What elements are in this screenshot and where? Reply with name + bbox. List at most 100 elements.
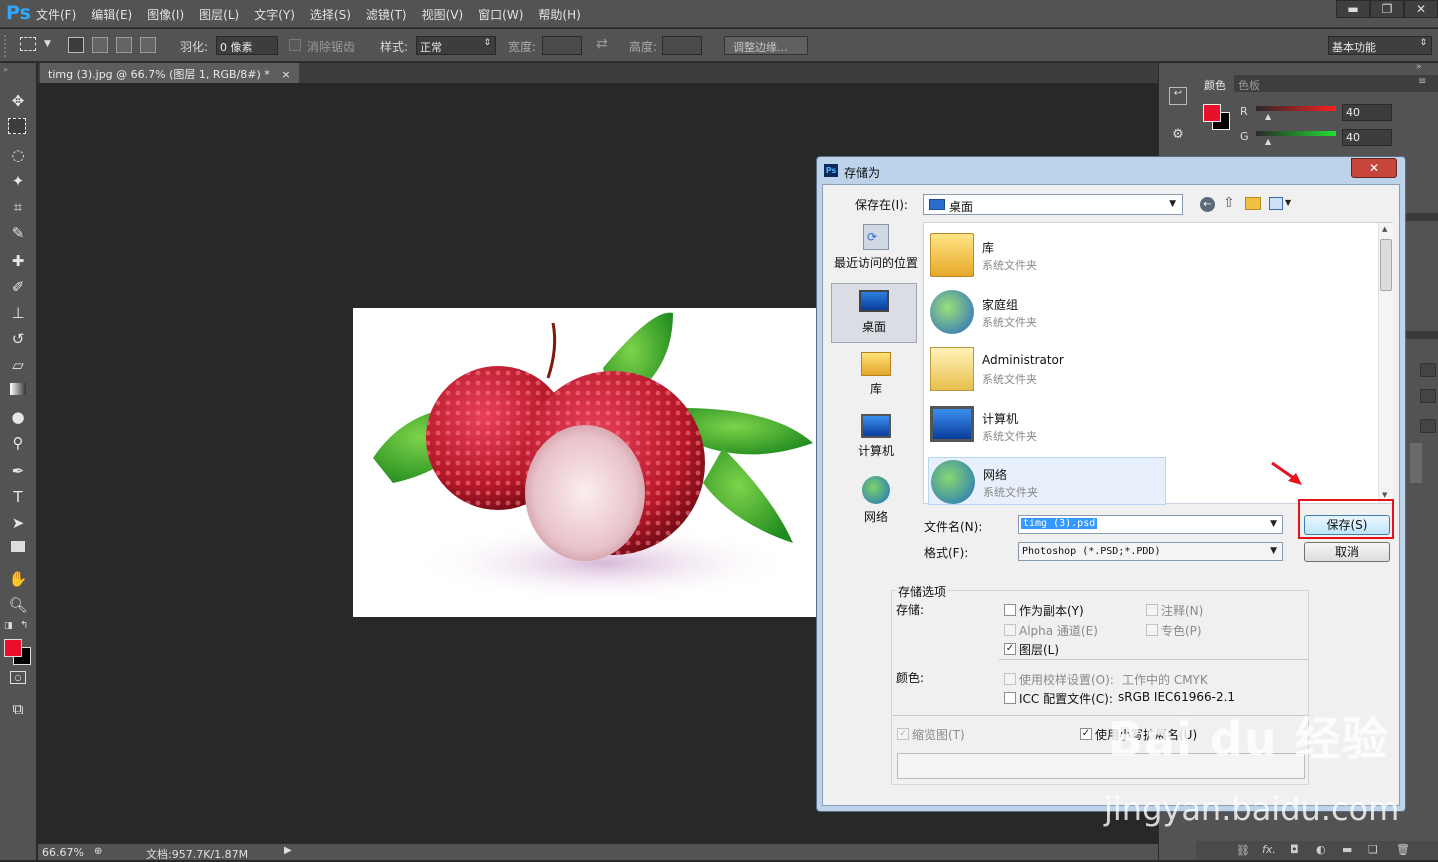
filename-input[interactable]: timg (3).psd ▼ <box>1018 515 1283 534</box>
height-input[interactable] <box>662 36 702 55</box>
default-colors-icon[interactable]: ◨ <box>4 621 13 631</box>
eyedropper-icon[interactable]: ✎ <box>8 223 28 243</box>
type-tool-icon[interactable]: T <box>8 487 28 507</box>
intersect-selection-icon[interactable] <box>140 37 156 53</box>
back-icon[interactable]: ← <box>1200 197 1215 212</box>
width-input[interactable] <box>542 36 582 55</box>
magic-wand-icon[interactable]: ✦ <box>8 171 28 191</box>
collapse-panels-icon[interactable]: » <box>1416 62 1422 72</box>
rectangle-tool-icon[interactable] <box>11 541 25 552</box>
zoom-tool-icon[interactable]: 🔍︎ <box>8 595 28 615</box>
menu-view[interactable]: 视图(V) <box>422 6 464 23</box>
screen-mode-icon[interactable]: ⧉ <box>8 699 28 719</box>
lasso-tool-icon[interactable]: ◌ <box>8 145 28 165</box>
menu-edit[interactable]: 编辑(E) <box>91 6 132 23</box>
menu-file[interactable]: 文件(F) <box>36 6 76 23</box>
new-folder-icon[interactable] <box>1245 197 1261 210</box>
pen-tool-icon[interactable]: ✒ <box>8 461 28 481</box>
file-item[interactable]: 计算机 系统文件夹 <box>928 400 1228 452</box>
zoom-level[interactable]: 66.67% <box>42 846 84 859</box>
channel-g-input[interactable]: 40 <box>1342 129 1392 146</box>
tab-swatches[interactable]: 色板 <box>1238 77 1260 93</box>
file-item[interactable]: 家庭组 系统文件夹 <box>928 286 1228 338</box>
quick-mask-icon[interactable]: ○ <box>10 671 26 684</box>
workspace-select[interactable]: 基本功能 ⇕ <box>1328 36 1432 55</box>
save-in-select[interactable]: 桌面 ▼ <box>923 194 1183 215</box>
view-menu-icon[interactable] <box>1269 197 1283 210</box>
cancel-button[interactable]: 取消 <box>1304 542 1390 562</box>
refine-edge-button[interactable]: 调整边缘... <box>724 36 808 55</box>
file-list-scrollbar[interactable]: ▲ ▼ <box>1378 223 1393 503</box>
close-button[interactable]: ✕ <box>1404 0 1438 18</box>
place-computer[interactable]: 计算机 <box>833 414 919 459</box>
as-copy-checkbox[interactable] <box>1004 604 1016 616</box>
place-network[interactable]: 网络 <box>833 476 919 525</box>
channel-g-slider[interactable] <box>1256 131 1336 136</box>
marquee-tool-icon[interactable] <box>8 118 26 134</box>
folder-icon[interactable]: ▬ <box>1342 843 1352 856</box>
stamp-tool-icon[interactable]: ⊥ <box>8 303 28 323</box>
spot-checkbox[interactable] <box>1146 624 1158 636</box>
menu-help[interactable]: 帮助(H) <box>538 6 580 23</box>
place-desktop[interactable]: 桌面 <box>831 283 917 343</box>
marquee-preset-icon[interactable] <box>20 37 36 51</box>
new-selection-icon[interactable] <box>68 37 84 53</box>
minimize-button[interactable]: ▬ <box>1336 0 1370 18</box>
play-arrow-icon[interactable]: ▶ <box>284 845 292 856</box>
layers-checkbox[interactable]: ✓ <box>1004 643 1016 655</box>
channel-r-slider[interactable] <box>1256 106 1336 111</box>
proof-checkbox[interactable] <box>1004 673 1016 685</box>
hand-tool-icon[interactable]: ✋ <box>8 569 28 589</box>
channel-r-input[interactable]: 40 <box>1342 104 1392 121</box>
alpha-checkbox[interactable] <box>1004 624 1016 636</box>
file-item[interactable]: 网络 系统文件夹 <box>928 457 1166 505</box>
panel-dropdown[interactable] <box>1420 363 1436 377</box>
menu-layer[interactable]: 图层(L) <box>199 6 239 23</box>
panel-menu-icon[interactable]: ≡ <box>1418 76 1426 87</box>
dodge-tool-icon[interactable]: ⚲ <box>8 433 28 453</box>
move-tool-icon[interactable]: ✥ <box>8 91 28 111</box>
menu-select[interactable]: 选择(S) <box>310 6 351 23</box>
scrollbar-thumb[interactable] <box>1410 443 1422 483</box>
file-item[interactable]: 库 系统文件夹 <box>928 229 1228 281</box>
foreground-color-swatch[interactable] <box>4 639 22 657</box>
file-item[interactable]: Administrator 系统文件夹 <box>928 343 1228 395</box>
slider-thumb-icon[interactable]: ▲ <box>1265 112 1271 121</box>
tab-close-icon[interactable]: × <box>281 68 290 81</box>
save-button[interactable]: 保存(S) <box>1304 515 1390 535</box>
place-library[interactable]: 库 <box>833 352 919 397</box>
menu-image[interactable]: 图像(I) <box>147 6 184 23</box>
chevron-down-icon[interactable]: ▼ <box>44 39 51 49</box>
panel-dropdown[interactable] <box>1420 389 1436 403</box>
slider-thumb-icon[interactable]: ▲ <box>1265 137 1271 146</box>
healing-brush-icon[interactable]: ✚ <box>8 251 28 271</box>
swap-colors-icon[interactable]: ↰ <box>20 620 28 631</box>
up-folder-icon[interactable]: ⇧ <box>1223 195 1235 211</box>
document-tab[interactable]: timg (3).jpg @ 66.7% (图层 1, RGB/8#) * × <box>40 63 299 83</box>
adjustment-icon[interactable]: ◐ <box>1316 843 1326 856</box>
annotations-checkbox[interactable] <box>1146 604 1158 616</box>
path-select-icon[interactable]: ➤ <box>8 513 28 533</box>
add-selection-icon[interactable] <box>92 37 108 53</box>
properties-panel-icon[interactable]: ⚙ <box>1169 127 1187 145</box>
restore-button[interactable]: ❐ <box>1370 0 1404 18</box>
brush-tool-icon[interactable]: ✐ <box>8 277 28 297</box>
history-brush-icon[interactable]: ↺ <box>8 329 28 349</box>
gradient-tool-icon[interactable] <box>10 383 26 395</box>
dialog-close-button[interactable]: ✕ <box>1351 158 1397 178</box>
history-panel-icon[interactable]: ↩ <box>1169 87 1187 105</box>
lowercase-checkbox[interactable]: ✓ <box>1080 728 1092 740</box>
new-layer-icon[interactable]: ❑ <box>1368 843 1378 856</box>
status-info-icon[interactable]: ⊕ <box>94 846 102 857</box>
link-icon[interactable]: ⛓ <box>1236 844 1250 857</box>
place-recent[interactable]: ⟳ 最近访问的位置 <box>833 224 919 271</box>
format-select[interactable]: Photoshop (*.PSD;*.PDD) ▼ <box>1018 542 1283 561</box>
crop-tool-icon[interactable]: ⌗ <box>8 197 28 217</box>
swap-icon[interactable]: ⇄ <box>596 36 608 52</box>
scrollbar-thumb[interactable] <box>1380 239 1392 291</box>
fx-icon[interactable]: fx. <box>1262 843 1276 856</box>
style-select[interactable]: 正常 ⇕ <box>416 36 496 55</box>
chevron-down-icon[interactable]: ▼ <box>1285 198 1291 207</box>
panel-foreground-swatch[interactable] <box>1203 104 1221 122</box>
panel-dropdown[interactable] <box>1420 419 1436 433</box>
